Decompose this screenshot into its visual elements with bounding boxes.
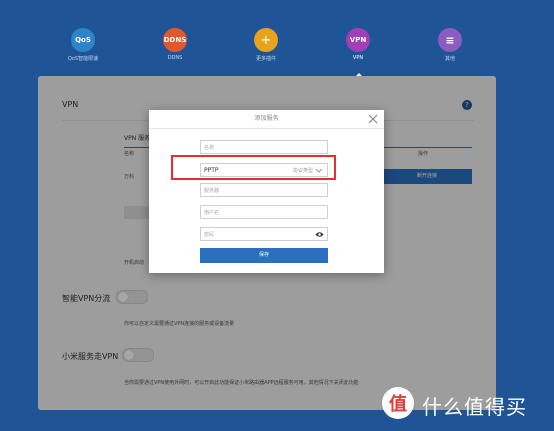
ddns-icon: DDNS — [163, 28, 187, 52]
top-nav: QoS QoS智能限速 DDNS DDNS + 更多插件 VPN VPN ≡ 其… — [0, 0, 554, 78]
smzdm-logo-icon: 值 — [382, 387, 414, 419]
protocol-highlight-box — [171, 155, 336, 180]
nav-label: 其他 — [444, 56, 455, 62]
server-placeholder: 服务器 — [204, 188, 220, 194]
nav-label: DDNS — [167, 55, 183, 61]
watermark-text: 什么值得买 — [422, 395, 527, 419]
nav-item-ddns[interactable]: DDNS DDNS — [145, 28, 205, 61]
nav-label: 更多插件 — [255, 56, 276, 62]
eye-icon[interactable] — [315, 231, 324, 238]
name-field[interactable]: 名称 — [200, 140, 328, 154]
close-icon[interactable] — [368, 114, 378, 124]
nav-item-other[interactable]: ≡ 其他 — [420, 28, 480, 62]
plus-icon: + — [254, 28, 278, 52]
username-field[interactable]: 用户名 — [200, 205, 328, 219]
nav-label: VPN — [352, 55, 364, 61]
add-service-dialog: 添加服务 名称 PPTP 协议类型 服务器 用户名 密码 保存 — [149, 110, 384, 273]
logo-glyph: 值 — [389, 394, 407, 415]
nav-item-qos[interactable]: QoS QoS智能限速 — [53, 28, 113, 62]
password-placeholder: 密码 — [204, 232, 215, 238]
qos-icon: QoS — [71, 28, 95, 52]
nav-label: QoS智能限速 — [67, 56, 99, 62]
username-placeholder: 用户名 — [204, 210, 220, 216]
vpn-icon: VPN — [346, 28, 370, 52]
password-field[interactable]: 密码 — [200, 227, 328, 241]
menu-icon: ≡ — [438, 28, 462, 52]
nav-item-vpn[interactable]: VPN VPN — [328, 28, 388, 78]
server-field[interactable]: 服务器 — [200, 183, 328, 197]
save-button[interactable]: 保存 — [200, 248, 328, 263]
nav-item-more-plugins[interactable]: + 更多插件 — [236, 28, 296, 62]
dialog-title: 添加服务 — [149, 110, 384, 129]
watermark: 值 什么值得买 — [382, 385, 550, 425]
name-placeholder: 名称 — [204, 145, 215, 151]
